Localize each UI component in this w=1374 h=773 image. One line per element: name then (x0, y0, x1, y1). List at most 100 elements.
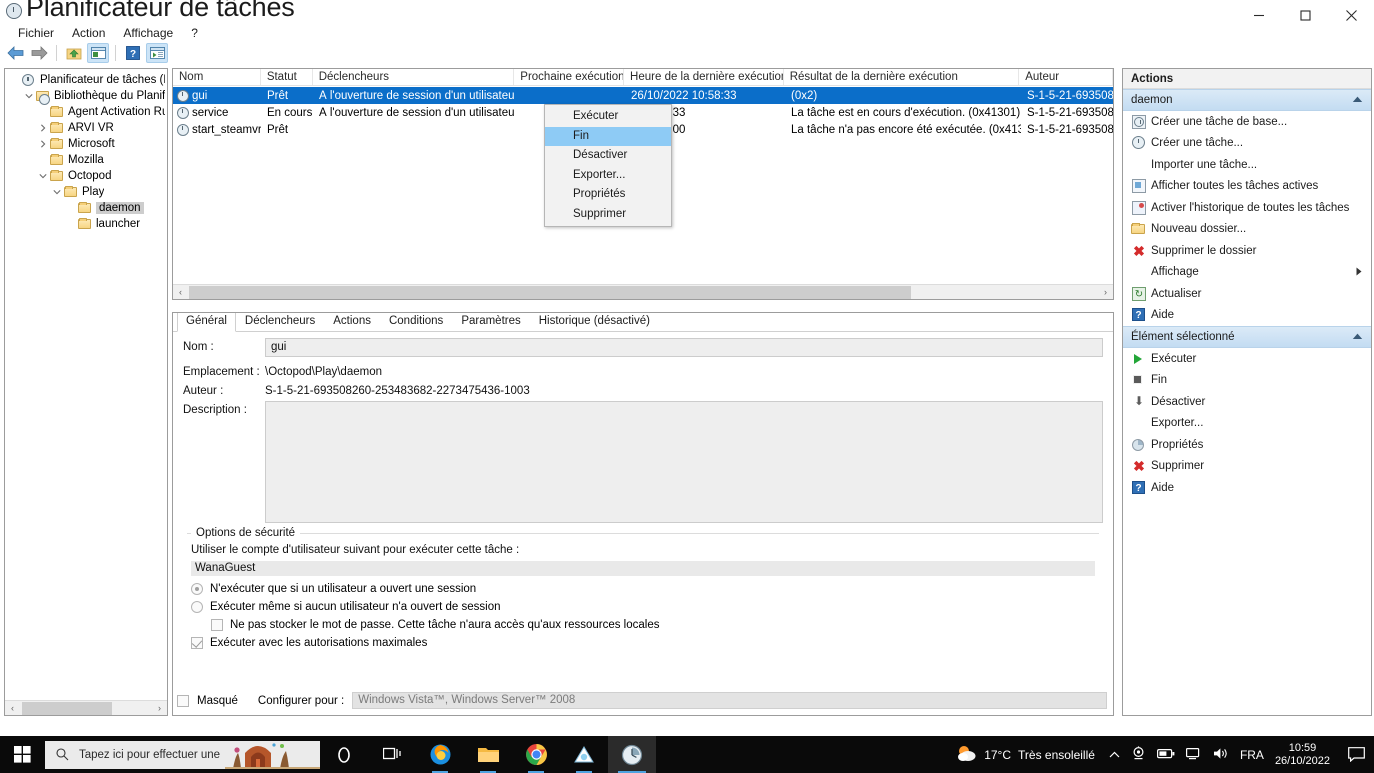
context-menu-item-d-sactiver[interactable]: Désactiver (545, 146, 671, 166)
chevron-up-icon[interactable] (1352, 89, 1363, 111)
table-row[interactable]: gui Prêt À l'ouverture de session d'un uti… (173, 87, 1113, 104)
action-item-importer-une-t-che[interactable]: Importer une tâche... (1123, 154, 1371, 176)
column-header-nom[interactable]: Nom (173, 69, 261, 85)
action-item-exporter[interactable]: Exporter... (1123, 413, 1371, 435)
action-item-activer-l-historique-de-toutes-les-t-ches[interactable]: Activer l'historique de toutes les tâche… (1123, 197, 1371, 219)
action-item-ex-cuter[interactable]: Exécuter (1123, 348, 1371, 370)
tree-node-planificateur-de-t-ches-local[interactable]: Planificateur de tâches (Local) (5, 72, 167, 88)
option-no-store-password[interactable]: Ne pas stocker le mot de passe. Cette tâ… (211, 619, 1099, 631)
description-field[interactable] (265, 401, 1103, 523)
menu-fichier[interactable]: Fichier (9, 25, 63, 41)
tree-node-launcher[interactable]: launcher (5, 216, 167, 232)
menu-help[interactable]: ? (182, 25, 207, 41)
task-list-horizontal-scrollbar[interactable]: ‹ › (173, 284, 1113, 299)
name-field[interactable]: gui (265, 338, 1103, 357)
action-item-d-sactiver[interactable]: ⬇ Désactiver (1123, 391, 1371, 413)
steam-vr-icon[interactable] (560, 736, 608, 773)
context-menu-item-propri-t-s[interactable]: Propriétés (545, 185, 671, 205)
volume-icon[interactable] (1213, 747, 1229, 763)
action-item-afficher-toutes-les-t-ches-actives[interactable]: Afficher toutes les tâches actives (1123, 176, 1371, 198)
chevron-down-icon[interactable] (51, 186, 63, 198)
menu-affichage[interactable]: Affichage (114, 25, 182, 41)
scroll-right-icon[interactable]: › (1098, 285, 1113, 300)
windows-start-icon[interactable] (0, 736, 45, 773)
tree-node-biblioth-que-du-planificat[interactable]: Bibliothèque du Planificat (5, 88, 167, 105)
forward-icon[interactable] (28, 43, 50, 63)
chevron-up-icon[interactable] (1109, 748, 1120, 762)
chevron-up-icon[interactable] (1352, 326, 1363, 348)
tab-actions[interactable]: Actions (324, 313, 380, 331)
scroll-left-icon[interactable]: ‹ (173, 285, 188, 300)
chevron-down-icon[interactable] (37, 170, 49, 182)
radio-any-user-icon[interactable] (191, 601, 203, 613)
action-item-fin[interactable]: Fin (1123, 370, 1371, 392)
tab-param-tres[interactable]: Paramètres (452, 313, 529, 331)
column-header-statut[interactable]: Statut (261, 69, 313, 85)
battery-icon[interactable] (1156, 748, 1175, 762)
tree-node-agent-activation-runt[interactable]: Agent Activation Runt (5, 104, 167, 120)
task-view-icon[interactable] (368, 736, 416, 773)
column-header-prochaine-ex-cution[interactable]: Prochaine exécution (514, 69, 625, 85)
action-item-nouveau-dossier[interactable]: Nouveau dossier... (1123, 219, 1371, 241)
context-menu-item-fin[interactable]: Fin (545, 126, 671, 146)
weather-widget[interactable]: 17°C Très ensoleillé (956, 744, 1109, 766)
checkbox-hidden-icon[interactable] (177, 694, 189, 707)
option-highest-privileges[interactable]: Exécuter avec les autorisations maximale… (191, 637, 1099, 649)
tree-node-mozilla[interactable]: Mozilla (5, 152, 167, 168)
network-icon[interactable] (1185, 747, 1202, 763)
action-item-cr-er-une-t-che-de-base[interactable]: Créer une tâche de base... (1123, 111, 1371, 133)
context-menu-item-exporter[interactable]: Exporter... (545, 166, 671, 186)
up-folder-icon[interactable] (63, 43, 85, 63)
action-item-aide[interactable]: ? Aide (1123, 305, 1371, 327)
chevron-right-icon[interactable] (1356, 267, 1362, 278)
scroll-right-icon[interactable]: › (152, 701, 167, 716)
actions-section-l-ment-s-lectionn[interactable]: Élément sélectionné (1123, 326, 1371, 348)
tree-node-octopod[interactable]: Octopod (5, 168, 167, 184)
checkbox-no-password-icon[interactable] (211, 619, 223, 631)
chevron-right-icon[interactable] (37, 122, 49, 134)
configure-select[interactable]: Windows Vista™, Windows Server™ 2008 (352, 692, 1107, 709)
chevron-down-icon[interactable] (23, 90, 35, 102)
action-item-actualiser[interactable]: ↻ Actualiser (1123, 283, 1371, 305)
option-run-only-logged-on[interactable]: N'exécuter que si un utilisateur a ouver… (191, 583, 1099, 595)
cortana-icon[interactable] (320, 736, 368, 773)
chevron-right-icon[interactable] (37, 138, 49, 150)
context-menu-item-supprimer[interactable]: Supprimer (545, 205, 671, 225)
radio-logged-on-icon[interactable] (191, 583, 203, 595)
menu-action[interactable]: Action (63, 25, 114, 41)
clock[interactable]: 10:59 26/10/2022 (1275, 742, 1342, 768)
action-item-affichage[interactable]: Affichage (1123, 262, 1371, 284)
help-icon[interactable]: ? (122, 43, 144, 63)
context-menu-item-ex-cuter[interactable]: Exécuter (545, 107, 671, 127)
back-icon[interactable] (4, 43, 26, 63)
notification-icon[interactable] (1342, 747, 1370, 762)
checkbox-highest-privileges-icon[interactable] (191, 637, 203, 649)
tab-conditions[interactable]: Conditions (380, 313, 452, 331)
actions-section-daemon[interactable]: daemon (1123, 89, 1371, 111)
language-indicator[interactable]: FRA (1240, 748, 1264, 762)
tree-node-arvi-vr[interactable]: ARVI VR (5, 120, 167, 136)
properties-icon[interactable] (87, 43, 109, 63)
list-scroll-track[interactable] (188, 285, 1098, 300)
firefox-icon[interactable] (416, 736, 464, 773)
tab-historique-d-sactiv[interactable]: Historique (désactivé) (530, 313, 659, 331)
action-item-cr-er-une-t-che[interactable]: Créer une tâche... (1123, 133, 1371, 155)
column-header-r-sultat-de-la-derni-re-ex-cution[interactable]: Résultat de la dernière exécution (784, 69, 1020, 85)
file-explorer-icon[interactable] (464, 736, 512, 773)
tab-d-clencheurs[interactable]: Déclencheurs (236, 313, 324, 331)
action-item-propri-t-s[interactable]: Propriétés (1123, 434, 1371, 456)
column-header-d-clencheurs[interactable]: Déclencheurs (313, 69, 515, 85)
chrome-icon[interactable] (512, 736, 560, 773)
scroll-left-icon[interactable]: ‹ (5, 701, 20, 716)
tree-node-daemon[interactable]: daemon (5, 200, 167, 216)
tree-scroll-thumb[interactable] (22, 701, 112, 715)
tree-node-play[interactable]: Play (5, 184, 167, 200)
show-pane-icon[interactable] (146, 43, 168, 63)
option-run-any-user[interactable]: Exécuter même si aucun utilisateur n'a o… (191, 601, 1099, 613)
task-scheduler-icon[interactable] (608, 736, 656, 773)
tree-horizontal-scrollbar[interactable]: ‹ › (5, 700, 167, 715)
column-header-heure-de-la-derni-re-ex-cution[interactable]: Heure de la dernière exécution (624, 69, 784, 85)
column-header-auteur[interactable]: Auteur (1019, 69, 1113, 85)
list-scroll-thumb[interactable] (189, 285, 911, 299)
tree-scroll-track[interactable] (20, 700, 152, 715)
